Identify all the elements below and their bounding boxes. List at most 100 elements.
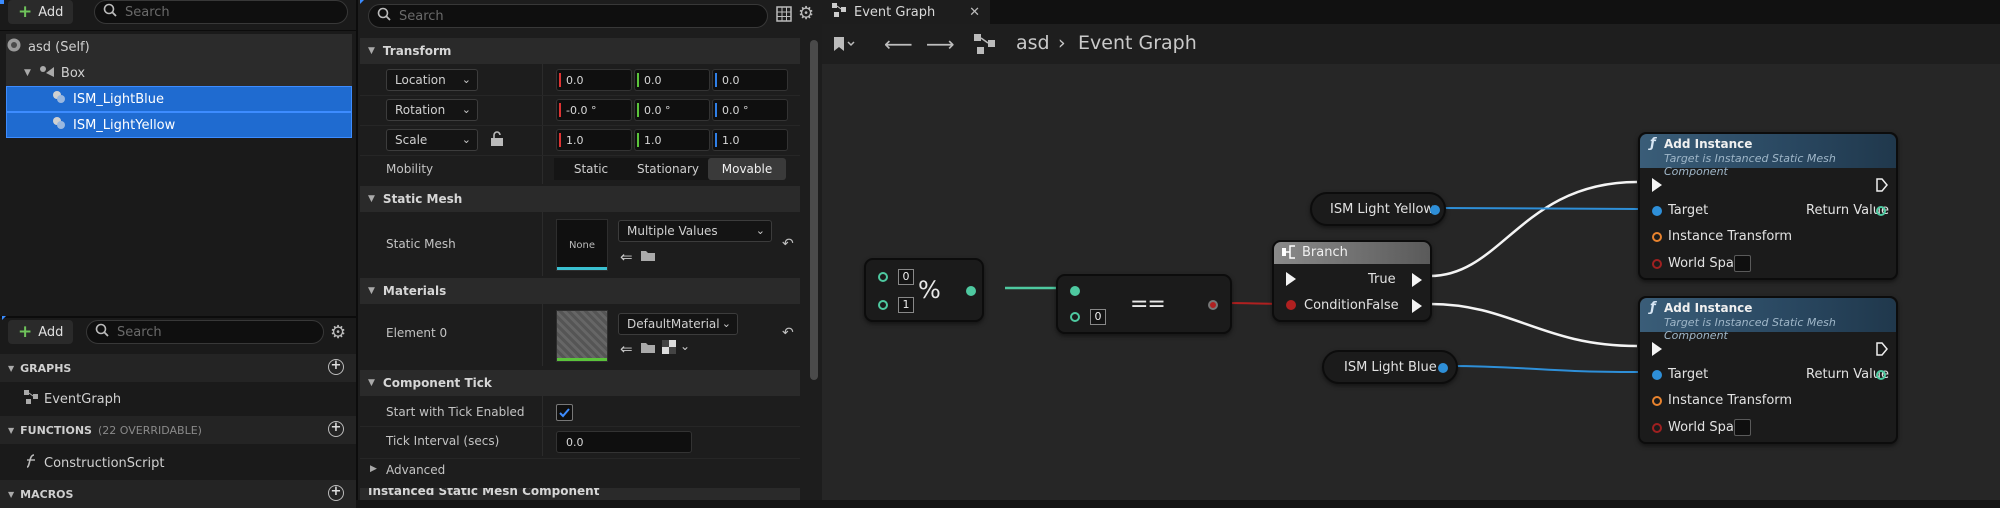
rotation-x-field[interactable]: -0.0 ° bbox=[556, 99, 632, 121]
transform-pin[interactable] bbox=[1652, 396, 1662, 406]
true-exec-pin[interactable] bbox=[1412, 273, 1422, 287]
event-graph-icon[interactable] bbox=[974, 34, 996, 58]
table-view-icon[interactable] bbox=[776, 6, 792, 26]
lock-icon[interactable] bbox=[490, 131, 504, 151]
input-pin-b[interactable] bbox=[878, 300, 888, 310]
rotation-z-field[interactable]: 0.0 ° bbox=[712, 99, 788, 121]
section-materials[interactable]: ▼ Materials bbox=[360, 278, 800, 304]
section-instanced-static-mesh[interactable]: Instanced Static Mesh Component bbox=[360, 488, 800, 500]
target-pin[interactable] bbox=[1652, 206, 1662, 216]
back-arrow-icon[interactable]: ⟵ bbox=[884, 32, 913, 56]
rotation-dropdown[interactable]: Rotation ⌄ bbox=[386, 99, 478, 121]
modulo-node[interactable]: 0 1 % bbox=[864, 258, 984, 322]
output-pin[interactable] bbox=[966, 286, 976, 296]
exec-out-pin[interactable] bbox=[1876, 178, 1888, 192]
tree-item-self[interactable]: asd (Self) bbox=[6, 34, 352, 60]
ism-light-blue-node[interactable]: ISM Light Blue bbox=[1322, 350, 1458, 384]
exec-in-pin[interactable] bbox=[1652, 342, 1662, 356]
condition-pin[interactable] bbox=[1286, 300, 1296, 310]
graph-item-eventgraph[interactable]: EventGraph bbox=[24, 390, 121, 408]
use-selected-icon[interactable]: ⇐ bbox=[620, 340, 633, 358]
add-graph-icon[interactable]: + bbox=[328, 359, 344, 375]
world-space-pin[interactable] bbox=[1652, 423, 1662, 433]
input-pin-a[interactable] bbox=[878, 272, 888, 282]
location-z-field[interactable]: 0.0 bbox=[712, 69, 788, 91]
section-component-tick[interactable]: ▼ Component Tick bbox=[360, 370, 800, 396]
output-pin[interactable] bbox=[1438, 363, 1448, 373]
input-b-field[interactable]: 0 bbox=[1090, 309, 1106, 325]
ism-light-yellow-node[interactable]: ISM Light Yellow bbox=[1310, 192, 1446, 226]
scale-y-field[interactable]: 1.0 bbox=[634, 129, 710, 151]
add-instance-node-1[interactable]: ƒ Add Instance Target is Instanced Stati… bbox=[1638, 132, 1898, 280]
expand-arrow-icon[interactable]: ▶ bbox=[370, 464, 377, 474]
section-macros[interactable]: ▼ MACROS + bbox=[0, 480, 356, 508]
equal-node[interactable]: 0 == bbox=[1056, 274, 1232, 334]
checker-icon[interactable] bbox=[662, 340, 676, 358]
tree-item-ism-lightblue[interactable]: ISM_LightBlue bbox=[6, 86, 352, 112]
material-dropdown[interactable]: DefaultMaterial ⌄ bbox=[618, 313, 738, 335]
world-space-checkbox[interactable] bbox=[1734, 419, 1751, 436]
add-blueprint-item-button[interactable]: + Add bbox=[8, 320, 74, 344]
tree-item-ism-lightyellow[interactable]: ISM_LightYellow bbox=[6, 112, 352, 138]
bookmark-icon[interactable] bbox=[832, 36, 856, 56]
section-transform[interactable]: ▼ Transform bbox=[360, 38, 800, 64]
input-a-field[interactable]: 0 bbox=[898, 269, 914, 285]
transform-pin[interactable] bbox=[1652, 232, 1662, 242]
rotation-y-field[interactable]: 0.0 ° bbox=[634, 99, 710, 121]
components-search-input[interactable]: Search bbox=[94, 0, 348, 24]
details-search-input[interactable]: Search bbox=[368, 4, 768, 28]
gear-icon[interactable]: ⚙ bbox=[330, 322, 346, 343]
tree-item-box[interactable]: ▼ Box bbox=[6, 60, 352, 86]
mobility-static[interactable]: Static bbox=[554, 158, 628, 180]
world-space-pin[interactable] bbox=[1652, 259, 1662, 269]
add-macro-icon[interactable]: + bbox=[328, 485, 344, 501]
use-selected-icon[interactable]: ⇐ bbox=[620, 248, 633, 266]
browse-folder-icon[interactable] bbox=[640, 248, 656, 266]
mobility-movable[interactable]: Movable bbox=[708, 158, 786, 180]
scale-dropdown[interactable]: Scale ⌄ bbox=[386, 129, 478, 151]
location-dropdown[interactable]: Location ⌄ bbox=[386, 69, 478, 91]
location-x-field[interactable]: 0.0 bbox=[556, 69, 632, 91]
graph-canvas[interactable]: 0 1 % 0 == Branch True Condition False I… bbox=[822, 64, 2000, 500]
false-exec-pin[interactable] bbox=[1412, 299, 1422, 313]
reset-icon[interactable]: ↶ bbox=[782, 236, 794, 252]
location-y-field[interactable]: 0.0 bbox=[634, 69, 710, 91]
section-functions[interactable]: ▼ FUNCTIONS (22 OVERRIDABLE) + bbox=[0, 416, 356, 444]
breadcrumb-root[interactable]: asd bbox=[1016, 32, 1050, 54]
branch-node[interactable]: Branch True Condition False bbox=[1272, 240, 1432, 322]
close-icon[interactable]: ✕ bbox=[969, 5, 980, 20]
output-pin[interactable] bbox=[1208, 300, 1218, 310]
exec-out-pin[interactable] bbox=[1876, 342, 1888, 356]
input-pin-a[interactable] bbox=[1070, 286, 1080, 296]
static-mesh-dropdown[interactable]: Multiple Values ⌄ bbox=[618, 220, 772, 242]
exec-in-pin[interactable] bbox=[1286, 272, 1296, 286]
my-blueprint-search-input[interactable]: Search bbox=[86, 320, 324, 344]
forward-arrow-icon[interactable]: ⟶ bbox=[926, 32, 955, 56]
return-pin[interactable] bbox=[1876, 370, 1886, 380]
browse-folder-icon[interactable] bbox=[640, 340, 656, 358]
static-mesh-thumbnail[interactable]: None bbox=[556, 219, 608, 271]
material-thumbnail[interactable] bbox=[556, 310, 608, 362]
output-pin[interactable] bbox=[1430, 205, 1440, 215]
target-pin[interactable] bbox=[1652, 370, 1662, 380]
advanced-toggle[interactable]: Advanced bbox=[386, 463, 445, 477]
details-scrollbar[interactable] bbox=[810, 40, 818, 380]
add-component-button[interactable]: + Add bbox=[8, 0, 74, 24]
gear-icon[interactable]: ⚙ bbox=[798, 3, 814, 24]
world-space-checkbox[interactable] bbox=[1734, 255, 1751, 272]
tab-event-graph[interactable]: Event Graph ✕ bbox=[822, 0, 990, 24]
reset-icon[interactable]: ↶ bbox=[782, 325, 794, 341]
exec-in-pin[interactable] bbox=[1652, 178, 1662, 192]
tick-enabled-checkbox[interactable] bbox=[556, 404, 573, 421]
input-pin-b[interactable] bbox=[1070, 312, 1080, 322]
scale-z-field[interactable]: 1.0 bbox=[712, 129, 788, 151]
section-static-mesh[interactable]: ▼ Static Mesh bbox=[360, 186, 800, 212]
tick-interval-field[interactable]: 0.0 bbox=[556, 431, 692, 453]
mobility-stationary[interactable]: Stationary bbox=[630, 158, 706, 180]
return-pin[interactable] bbox=[1876, 206, 1886, 216]
add-function-icon[interactable]: + bbox=[328, 421, 344, 437]
add-instance-node-2[interactable]: ƒ Add Instance Target is Instanced Stati… bbox=[1638, 296, 1898, 444]
input-b-field[interactable]: 1 bbox=[898, 297, 914, 313]
scale-x-field[interactable]: 1.0 bbox=[556, 129, 632, 151]
section-graphs[interactable]: ▼ GRAPHS + bbox=[0, 354, 356, 382]
